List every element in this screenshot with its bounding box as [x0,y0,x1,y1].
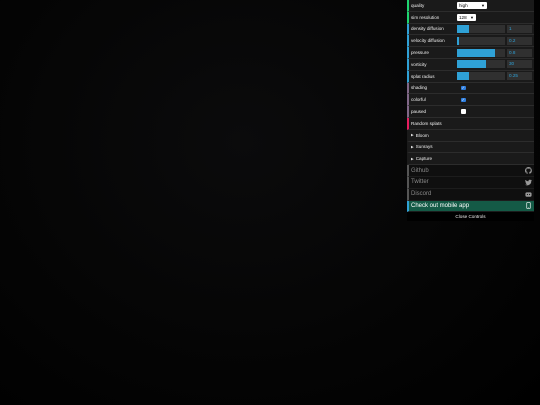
density-diffusion-row: density diffusion 1 [407,23,534,36]
close-controls-button[interactable]: Close Controls [407,212,534,222]
sim-resolution-row: sim resolution 128 ▼ [407,11,534,24]
pressure-label: pressure [411,50,429,56]
shading-label: shading [411,85,428,91]
vorticity-slider[interactable] [457,60,505,69]
colorful-label: colorful [411,97,426,103]
folder-bloom[interactable]: ▶ Bloom [407,129,534,142]
quality-row: quality high ▼ [407,0,534,12]
triangle-right-icon: ▶ [411,156,414,161]
velocity-diffusion-row: velocity diffusion 0.2 [407,35,534,48]
vorticity-input[interactable]: 30 [507,60,532,69]
paused-label: paused [411,109,427,115]
github-icon [525,167,532,174]
slider-fill [457,36,460,45]
sim-resolution-label: sim resolution [411,14,440,20]
mobile-app-link[interactable]: Check out mobile app [407,200,534,213]
phone-icon [525,202,532,210]
pressure-input[interactable]: 0.8 [507,48,532,57]
colorful-checkbox[interactable] [461,97,466,103]
splat-radius-input[interactable]: 0.25 [507,72,532,81]
paused-checkbox[interactable] [461,109,466,114]
folder-sunrays[interactable]: ▶ Sunrays [407,141,534,154]
folder-label: Capture [415,156,433,162]
density-diffusion-label: density diffusion [411,26,444,32]
github-link[interactable]: Github [407,165,534,177]
mobile-app-label: Check out mobile app [411,202,470,209]
velocity-diffusion-slider[interactable] [457,36,505,45]
folder-label: Sunrays [415,144,433,150]
quality-select[interactable]: high ▼ [457,1,487,9]
shading-checkbox[interactable] [461,85,466,91]
chevron-down-icon: ▼ [481,2,485,8]
velocity-diffusion-input[interactable]: 0.2 [507,36,532,45]
controls-panel: quality high ▼ sim resolution 128 ▼ dens… [407,0,534,222]
twitter-label: Twitter [411,179,429,186]
quality-label: quality [411,2,425,8]
github-label: Github [411,167,429,174]
slider-fill [457,60,486,69]
pressure-slider[interactable] [457,48,505,57]
slider-fill [457,72,469,81]
discord-icon [525,191,532,198]
splat-radius-slider[interactable] [457,72,505,81]
colorful-row: colorful [407,94,534,107]
vorticity-label: vorticity [411,61,427,67]
paused-row: paused [407,106,534,118]
splat-radius-row: splat radius 0.25 [407,70,534,83]
slider-fill [457,48,496,57]
discord-label: Discord [411,191,432,198]
slider-fill [457,24,469,33]
shading-row: shading [407,82,534,95]
splat-radius-label: splat radius [411,73,435,79]
random-splats-button[interactable]: Random splats [407,117,534,130]
triangle-right-icon: ▶ [411,133,414,138]
density-diffusion-input[interactable]: 1 [507,24,532,33]
chevron-down-icon: ▼ [470,14,474,20]
sim-resolution-select[interactable]: 128 ▼ [457,13,476,21]
velocity-diffusion-label: velocity diffusion [411,38,445,44]
discord-link[interactable]: Discord [407,188,534,201]
triangle-right-icon: ▶ [411,144,414,149]
pressure-row: pressure 0.8 [407,47,534,59]
twitter-link[interactable]: Twitter [407,176,534,189]
twitter-icon [525,179,532,186]
random-splats-label: Random splats [411,120,442,126]
vorticity-row: vorticity 30 [407,58,534,71]
folder-capture[interactable]: ▶ Capture [407,153,534,166]
folder-label: Bloom [415,132,429,138]
density-diffusion-slider[interactable] [457,24,505,33]
